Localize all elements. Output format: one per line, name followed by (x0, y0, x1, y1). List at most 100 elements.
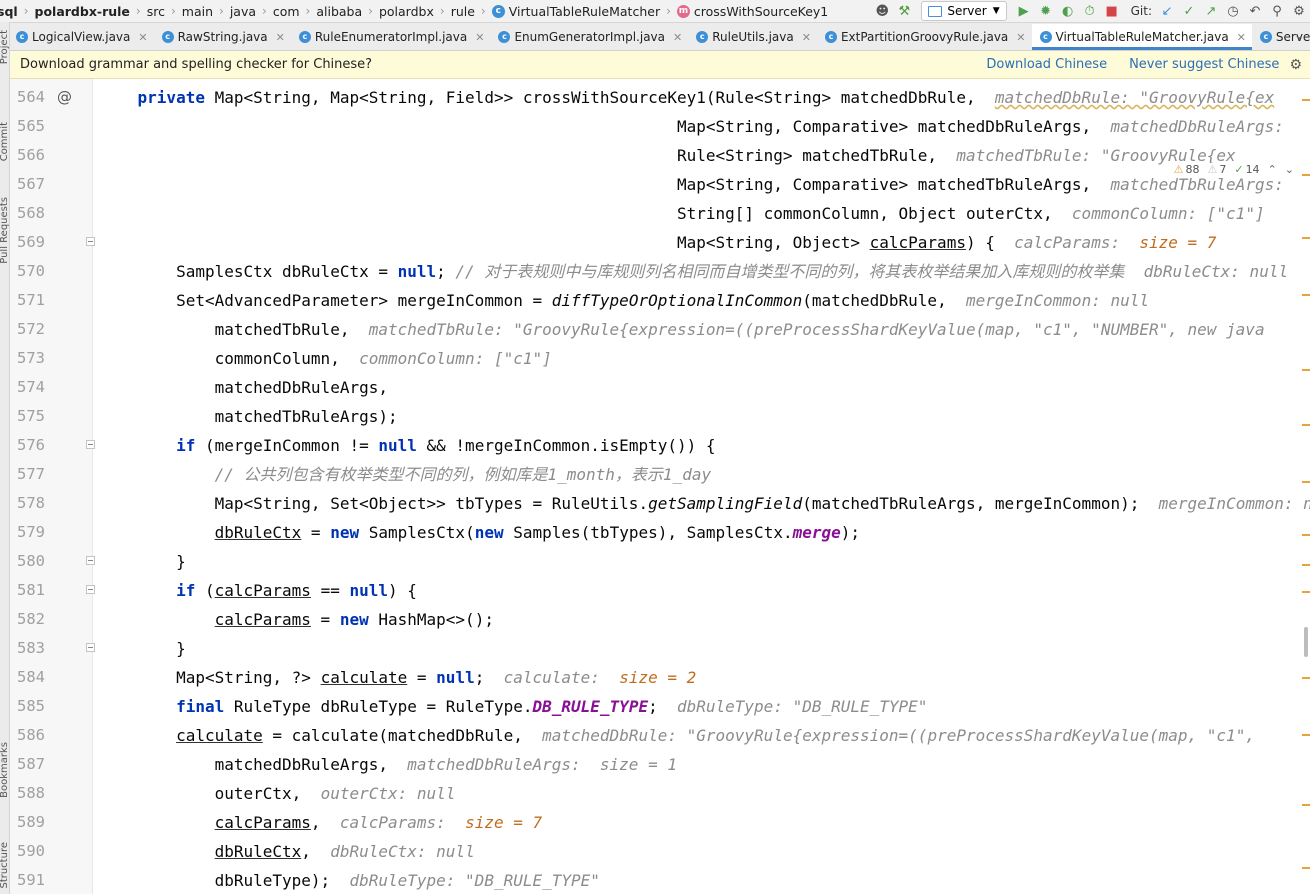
override-marker-icon[interactable]: @ (57, 83, 72, 112)
warning-stripe-marker[interactable] (1302, 237, 1310, 239)
line-number[interactable]: 582 (10, 605, 45, 634)
warning-stripe-marker[interactable] (1302, 591, 1310, 593)
line-number[interactable]: 572 (10, 315, 45, 344)
close-icon[interactable]: ✕ (1016, 31, 1025, 44)
line-number[interactable]: 588 (10, 779, 45, 808)
gear-icon[interactable]: ⚙ (1289, 57, 1302, 73)
breadcrumb-item[interactable]: m crossWithSourceKey1 (674, 4, 831, 19)
close-icon[interactable]: ✕ (1237, 31, 1246, 44)
code-line[interactable]: 587 matchedDbRuleArgs, matchedDbRuleArgs… (10, 750, 1310, 779)
line-number[interactable]: 571 (10, 286, 45, 315)
fold-toggle-icon[interactable] (86, 556, 95, 565)
line-number[interactable]: 577 (10, 460, 45, 489)
code-line[interactable]: 579 dbRuleCtx = new SamplesCtx(new Sampl… (10, 518, 1310, 547)
warning-stripe-marker[interactable] (1302, 804, 1310, 806)
run-icon[interactable]: ▶ (1013, 0, 1035, 22)
code-line[interactable]: 583 } (10, 634, 1310, 663)
line-number[interactable]: 579 (10, 518, 45, 547)
user-icon[interactable]: ☻ (871, 0, 893, 22)
editor-tab[interactable]: c RuleUtils.java ✕ (688, 24, 817, 50)
line-number[interactable]: 581 (10, 576, 45, 605)
stop-icon[interactable]: ■ (1101, 0, 1123, 22)
code-line[interactable]: 568 String[] commonColumn, Object outerC… (10, 199, 1310, 228)
breadcrumb-item[interactable]: com (270, 4, 303, 19)
code-line[interactable]: 573 commonColumn, commonColumn: ["c1"] (10, 344, 1310, 373)
project-tool-button[interactable]: Project (0, 30, 10, 64)
breadcrumb-item[interactable]: polardbx-rule (32, 4, 133, 19)
code-line[interactable]: 577 // 公共列包含有枚举类型不同的列，例如库是1_month，表示1_da… (10, 460, 1310, 489)
editor-tab[interactable]: c RawString.java ✕ (154, 24, 291, 50)
pull-requests-tool-button[interactable]: Pull Requests (0, 197, 10, 264)
code-editor[interactable]: 564 @ private Map<String, Map<String, Fie… (10, 79, 1310, 894)
line-number[interactable]: 586 (10, 721, 45, 750)
line-number[interactable]: 566 (10, 141, 45, 170)
close-icon[interactable]: ✕ (673, 31, 682, 44)
code-line[interactable]: 571 Set<AdvancedParameter> mergeInCommon… (10, 286, 1310, 315)
code-line[interactable]: 582 calcParams = new HashMap<>(); (10, 605, 1310, 634)
line-number[interactable]: 575 (10, 402, 45, 431)
editor-tab[interactable]: c LogicalView.java ✕ (0, 24, 154, 50)
code-line[interactable]: 590 dbRuleCtx, dbRuleCtx: null (10, 837, 1310, 866)
fold-toggle-icon[interactable] (86, 643, 95, 652)
line-number[interactable]: 591 (10, 866, 45, 894)
code-line[interactable]: 574 matchedDbRuleArgs, (10, 373, 1310, 402)
warning-stripe-marker[interactable] (1302, 677, 1310, 679)
code-line[interactable]: 572 matchedTbRule, matchedTbRule: "Groov… (10, 315, 1310, 344)
line-number[interactable]: 580 (10, 547, 45, 576)
warning-stripe-marker[interactable] (1302, 99, 1310, 101)
warning-stripe-marker[interactable] (1302, 481, 1310, 483)
line-number[interactable]: 578 (10, 489, 45, 518)
code-line[interactable]: 570 SamplesCtx dbRuleCtx = null; // 对于表规… (10, 257, 1310, 286)
line-number[interactable]: 587 (10, 750, 45, 779)
line-number[interactable]: 564 (10, 83, 45, 112)
chevron-up-icon[interactable]: ⌃ (1268, 163, 1277, 176)
code-line[interactable]: 567 Map<String, Comparative> matchedTbRu… (10, 170, 1310, 199)
editor-tab[interactable]: c RuleEnumeratorImpl.java ✕ (291, 24, 491, 50)
code-line[interactable]: 580 } (10, 547, 1310, 576)
profile-icon[interactable]: ⏱ (1079, 0, 1101, 22)
git-push-icon[interactable]: ↗ (1200, 0, 1222, 22)
git-commit-icon[interactable]: ✓ (1178, 0, 1200, 22)
code-line[interactable]: 585 final RuleType dbRuleType = RuleType… (10, 692, 1310, 721)
warning-stripe-marker[interactable] (1302, 174, 1310, 176)
git-update-icon[interactable]: ↙ (1156, 0, 1178, 22)
code-line[interactable]: 588 outerCtx, outerCtx: null (10, 779, 1310, 808)
bookmarks-tool-button[interactable]: Bookmarks (0, 742, 10, 798)
fold-toggle-icon[interactable] (86, 585, 95, 594)
breadcrumb-item[interactable]: polardbx (376, 4, 437, 19)
line-number[interactable]: 567 (10, 170, 45, 199)
close-icon[interactable]: ✕ (276, 31, 285, 44)
breadcrumb-item[interactable]: main (179, 4, 216, 19)
code-line[interactable]: 575 matchedTbRuleArgs); (10, 402, 1310, 431)
warning-stripe-marker[interactable] (1302, 734, 1310, 736)
fold-toggle-icon[interactable] (86, 237, 95, 246)
code-line[interactable]: 589 calcParams, calcParams: size = 7 (10, 808, 1310, 837)
line-number[interactable]: 573 (10, 344, 45, 373)
code-line[interactable]: 564 @ private Map<String, Map<String, Fie… (10, 83, 1310, 112)
code-line[interactable]: 565 Map<String, Comparative> matchedDbRu… (10, 112, 1310, 141)
editor-tab[interactable]: c ExtPartitionGroovyRule.java ✕ (817, 24, 1032, 50)
breadcrumb-item[interactable]: c VirtualTableRuleMatcher (489, 4, 663, 19)
fold-toggle-icon[interactable] (86, 440, 95, 449)
breadcrumb-item[interactable]: java (227, 4, 259, 19)
code-line[interactable]: 586 calculate = calculate(matchedDbRule,… (10, 721, 1310, 750)
line-number[interactable]: 583 (10, 634, 45, 663)
breadcrumb-item[interactable]: src (144, 4, 168, 19)
breadcrumb-item[interactable]: alibaba (313, 4, 365, 19)
run-configuration-select[interactable]: Server ▼ (921, 1, 1007, 21)
rollback-icon[interactable]: ↶ (1244, 0, 1266, 22)
tab-list-chevron-icon[interactable]: ⌄ (1294, 28, 1304, 42)
coverage-icon[interactable]: ◐ (1057, 0, 1079, 22)
history-icon[interactable]: ◷ (1222, 0, 1244, 22)
line-number[interactable]: 576 (10, 431, 45, 460)
debug-icon[interactable]: ✹ (1035, 0, 1057, 22)
warning-stripe-marker[interactable] (1302, 867, 1310, 869)
settings-icon[interactable]: ⚙ (1288, 0, 1310, 22)
line-number[interactable]: 568 (10, 199, 45, 228)
close-icon[interactable]: ✕ (138, 31, 147, 44)
warning-stripe-marker[interactable] (1302, 369, 1310, 371)
line-number[interactable]: 574 (10, 373, 45, 402)
download-chinese-link[interactable]: Download Chinese (986, 57, 1107, 72)
line-number[interactable]: 569 (10, 228, 45, 257)
code-line[interactable]: 569 Map<String, Object> calcParams) { ca… (10, 228, 1310, 257)
